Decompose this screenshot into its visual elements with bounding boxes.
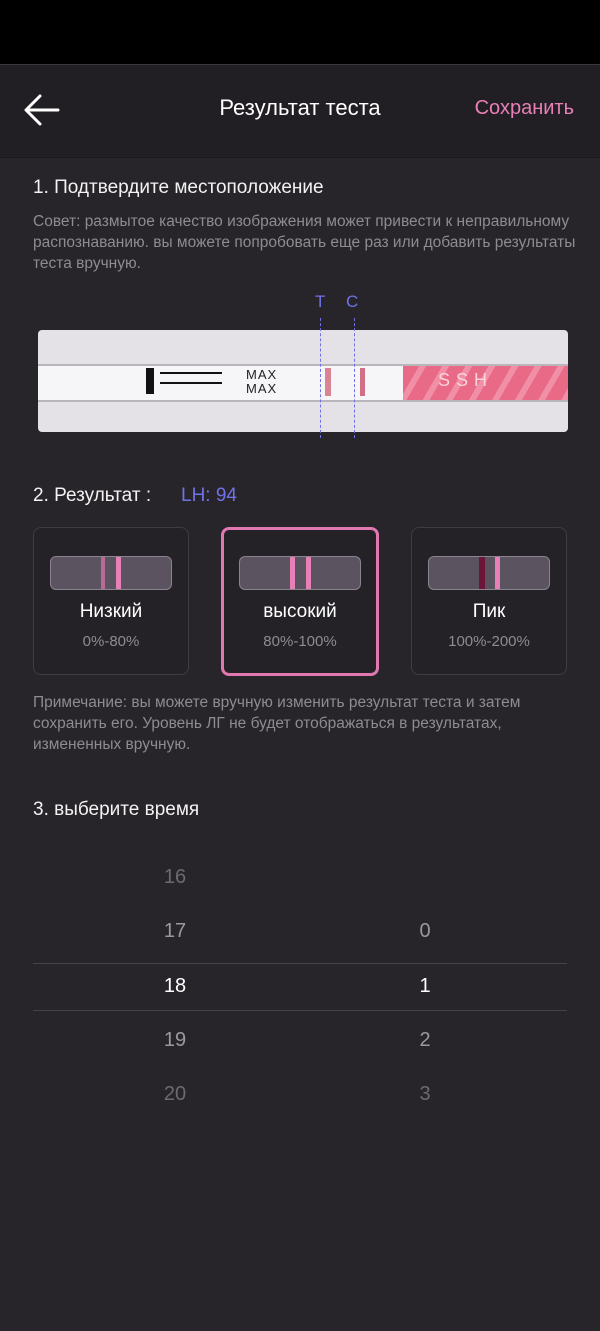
- manual-edit-note: Примечание: вы можете вручную изменить р…: [33, 694, 521, 753]
- strip-brand-label: SSH: [438, 370, 494, 390]
- hour-option-selected[interactable]: 18: [145, 975, 205, 998]
- status-bar: [0, 0, 600, 64]
- minute-option[interactable]: 3: [395, 1083, 455, 1106]
- picker-selection-top: [33, 963, 567, 964]
- strip-max-label: MAX: [246, 381, 278, 396]
- result-option-label: Пик: [472, 601, 506, 622]
- header: Результат теста Сохранить: [0, 64, 600, 158]
- result-option-high[interactable]: высокий 80%-100%: [221, 527, 379, 676]
- result-option-range: 100%-200%: [448, 633, 530, 650]
- save-button[interactable]: Сохранить: [475, 97, 574, 120]
- strip-max-label: MAX: [246, 367, 278, 382]
- hour-option[interactable]: 20: [145, 1083, 205, 1106]
- section-title-location: 1. Подтвердите местоположение: [33, 177, 324, 198]
- location-hint: Совет: размытое качество изображения мож…: [33, 213, 576, 272]
- result-option-range: 80%-100%: [263, 633, 337, 650]
- result-option-label: Низкий: [79, 601, 143, 622]
- result-option-low[interactable]: Низкий 0%-80%: [33, 527, 189, 675]
- strip-low-icon: [50, 556, 172, 590]
- minute-option[interactable]: 2: [395, 1029, 455, 1052]
- t-guide-line[interactable]: [320, 318, 321, 438]
- strip-peak-icon: [428, 556, 550, 590]
- result-option-range: 0%-80%: [82, 633, 140, 650]
- minute-option-selected[interactable]: 1: [395, 975, 455, 998]
- test-strip-image: MAX MAX SSH: [38, 330, 568, 432]
- strip-control-line: [360, 368, 365, 396]
- strip-test-line: [325, 368, 331, 396]
- result-option-label: высокий: [263, 601, 337, 622]
- guide-label-c: C: [346, 292, 359, 311]
- hour-option[interactable]: 19: [145, 1029, 205, 1052]
- hour-option[interactable]: 16: [145, 866, 205, 889]
- result-option-peak[interactable]: Пик 100%-200%: [411, 527, 567, 675]
- minute-option[interactable]: 0: [395, 920, 455, 943]
- guide-label-t: T: [315, 292, 326, 311]
- section-title-time: 3. выберите время: [33, 799, 200, 820]
- c-guide-line[interactable]: [354, 318, 355, 438]
- hour-option[interactable]: 17: [145, 920, 205, 943]
- section-title-result: 2. Результат :: [33, 485, 152, 506]
- strip-high-icon: [239, 556, 361, 590]
- lh-value: LH: 94: [181, 485, 237, 506]
- picker-selection-bottom: [33, 1010, 567, 1011]
